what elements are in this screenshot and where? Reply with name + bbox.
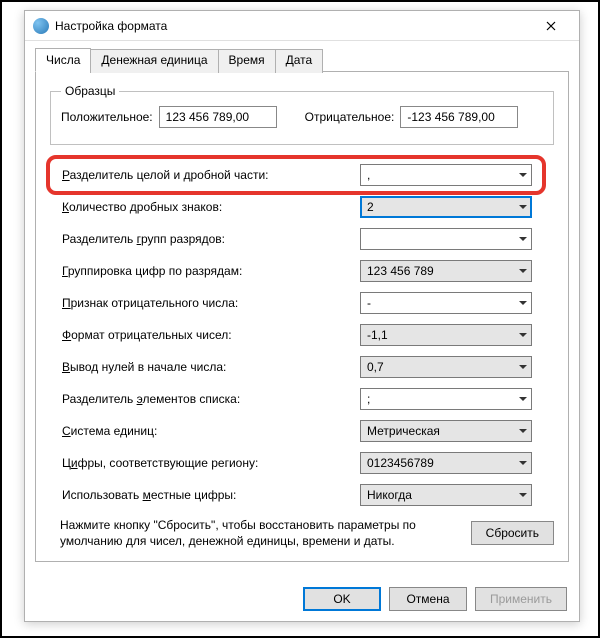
use-native-label: Использовать местные цифры: bbox=[50, 488, 300, 502]
group-sep-dropdown[interactable] bbox=[360, 228, 532, 250]
positive-sample: 123 456 789,00 bbox=[159, 106, 277, 128]
neg-format-dropdown[interactable]: -1,1 bbox=[360, 324, 532, 346]
leading-zero-label: Вывод нулей в начале числа: bbox=[50, 360, 300, 374]
close-button[interactable] bbox=[531, 12, 571, 40]
tab-numbers[interactable]: Числа bbox=[35, 48, 91, 72]
chevron-down-icon bbox=[519, 237, 527, 241]
close-icon bbox=[546, 21, 556, 31]
group-sep-label: Разделитель групп разрядов: bbox=[50, 232, 300, 246]
use-native-dropdown[interactable]: Никогда bbox=[360, 484, 532, 506]
list-sep-label: Разделитель элементов списка: bbox=[50, 392, 300, 406]
decimal-digits-label: Количество дробных знаков: bbox=[50, 200, 300, 214]
titlebar: Настройка формата bbox=[25, 11, 579, 41]
grouping-label: Группировка цифр по разрядам: bbox=[50, 264, 300, 278]
neg-sign-label: Признак отрицательного числа: bbox=[50, 296, 300, 310]
globe-icon bbox=[33, 18, 49, 34]
grouping-dropdown[interactable]: 123 456 789 bbox=[360, 260, 532, 282]
samples-legend: Образцы bbox=[61, 84, 119, 98]
negative-label: Отрицательное: bbox=[305, 110, 395, 124]
cancel-button[interactable]: Отмена bbox=[389, 587, 467, 611]
chevron-down-icon bbox=[519, 333, 527, 337]
reset-button[interactable]: Сбросить bbox=[471, 521, 554, 545]
chevron-down-icon bbox=[519, 205, 527, 209]
native-digits-dropdown[interactable]: 0123456789 bbox=[360, 452, 532, 474]
decimal-sep-dropdown[interactable]: , bbox=[360, 164, 532, 186]
negative-sample: -123 456 789,00 bbox=[400, 106, 518, 128]
leading-zero-dropdown[interactable]: 0,7 bbox=[360, 356, 532, 378]
chevron-down-icon bbox=[519, 397, 527, 401]
tab-strip: Числа Денежная единица Время Дата bbox=[35, 47, 569, 72]
dialog-footer: OK Отмена Применить bbox=[303, 587, 567, 611]
positive-label: Положительное: bbox=[61, 110, 153, 124]
neg-format-label: Формат отрицательных чисел: bbox=[50, 328, 300, 342]
tab-time[interactable]: Время bbox=[218, 49, 276, 73]
chevron-down-icon bbox=[519, 173, 527, 177]
apply-button[interactable]: Применить bbox=[475, 587, 567, 611]
chevron-down-icon bbox=[519, 269, 527, 273]
tab-date[interactable]: Дата bbox=[275, 49, 324, 73]
decimal-sep-label: Разделитель целой и дробной части: bbox=[50, 168, 300, 182]
tab-body-numbers: Образцы Положительное: 123 456 789,00 От… bbox=[35, 72, 569, 562]
measure-label: Система единиц: bbox=[50, 424, 300, 438]
chevron-down-icon bbox=[519, 493, 527, 497]
native-digits-label: Цифры, соответствующие региону: bbox=[50, 456, 300, 470]
measure-dropdown[interactable]: Метрическая bbox=[360, 420, 532, 442]
chevron-down-icon bbox=[519, 301, 527, 305]
decimal-digits-dropdown[interactable]: 2 bbox=[360, 196, 532, 218]
ok-button[interactable]: OK bbox=[303, 587, 381, 611]
list-sep-dropdown[interactable]: ; bbox=[360, 388, 532, 410]
chevron-down-icon bbox=[519, 461, 527, 465]
tab-currency[interactable]: Денежная единица bbox=[90, 49, 218, 73]
reset-description: Нажмите кнопку "Сбросить", чтобы восстан… bbox=[50, 517, 461, 549]
samples-fieldset: Образцы Положительное: 123 456 789,00 От… bbox=[50, 84, 554, 145]
chevron-down-icon bbox=[519, 365, 527, 369]
neg-sign-dropdown[interactable]: - bbox=[360, 292, 532, 314]
window-title: Настройка формата bbox=[55, 19, 531, 33]
chevron-down-icon bbox=[519, 429, 527, 433]
dialog-window: Настройка формата Числа Денежная единица… bbox=[24, 10, 580, 622]
